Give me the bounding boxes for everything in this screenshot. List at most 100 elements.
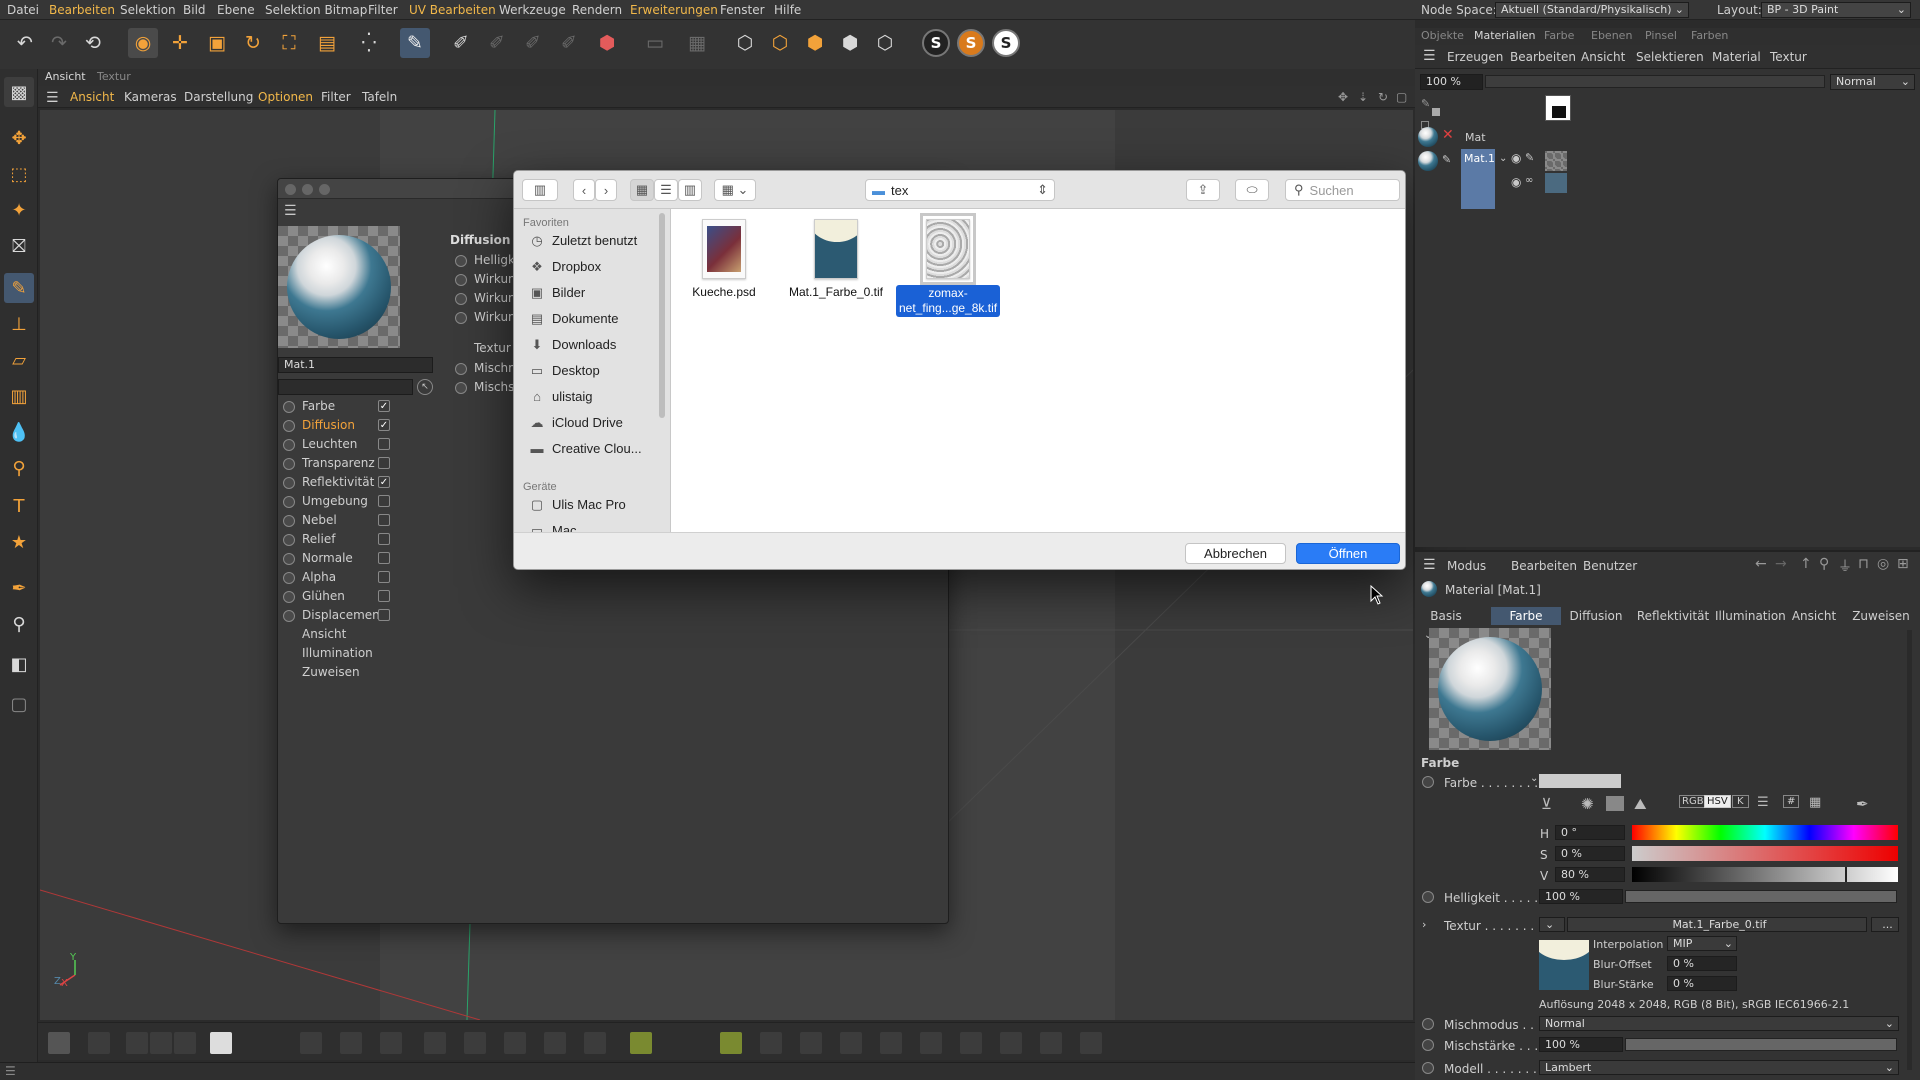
move-view-button[interactable]: ✥ [4,123,34,153]
hex-button[interactable]: # [1783,795,1800,808]
link-icon[interactable]: ∞ [1525,175,1533,186]
rgb-button[interactable]: RGB [1679,795,1707,808]
chevron-down-icon[interactable]: ⌄ [1499,153,1507,164]
tags-button[interactable]: ⬭ [1235,179,1269,201]
uv-view-button[interactable]: ▭ [640,28,670,58]
zoom-tool-button[interactable]: ⚲ [4,453,34,483]
blur-staerke-field[interactable]: 0 % [1667,976,1737,991]
cube-outline-button[interactable]: ⬡ [870,28,900,58]
arrow-up-icon[interactable]: ↑ [1800,556,1812,572]
material-name-dropdown[interactable] [278,379,413,395]
right-tab[interactable]: Farbe [1544,29,1574,42]
color-mountain-icon[interactable]: ⛰ [1634,795,1647,813]
sidebar-favorite-item[interactable]: ▬ Creative Clou... [530,441,642,461]
bottom-tool-5[interactable] [300,1032,322,1054]
hamburger-icon[interactable]: ☰ [46,90,59,106]
color-swatch-button[interactable]: ◧ [4,649,34,679]
prop-animate-icon[interactable] [455,274,467,286]
viewport-menu-tafeln[interactable]: Tafeln [362,90,397,104]
mixer-icon[interactable]: ☰ [1757,795,1769,810]
search-field[interactable]: ⚲ Suchen [1285,179,1400,201]
checker-tool-button[interactable] [210,1032,232,1054]
channel-checkbox[interactable] [378,590,390,602]
sidebar-favorite-item[interactable]: ◷ Zuletzt benutzt [530,233,637,253]
sidebar-favorite-item[interactable]: ▣ Bilder [530,285,585,305]
bottom-tool-17[interactable] [920,1032,942,1054]
attribute-tab[interactable]: Reflektivität [1633,607,1713,625]
menu-fenster[interactable]: Fenster [720,3,765,17]
folder-dropdown[interactable]: ▬ tex ⇕ [865,179,1055,201]
s-slider[interactable] [1632,846,1898,861]
bottom-tool-9[interactable] [464,1032,486,1054]
channel-row[interactable]: Alpha [278,568,448,587]
selection-fill-button[interactable]: ⛝ [4,231,34,261]
farbe-animate-icon[interactable] [1422,776,1434,788]
arrow-icon[interactable]: ↖ [417,379,433,395]
channel-extra-row[interactable]: Illumination [278,644,448,663]
search-icon[interactable]: ⚲ [1819,556,1829,572]
channel-row[interactable]: Reflektivität ✓ [278,473,448,492]
texture-view-button[interactable]: ⬢ [592,28,622,58]
attribute-tab[interactable]: Zuweisen [1846,607,1916,625]
mischmodus-animate-icon[interactable] [1422,1018,1434,1030]
transform-tool-button[interactable]: ⛶ [274,28,304,58]
hamburger-icon[interactable]: ☰ [1423,48,1436,64]
channel-checkbox[interactable] [378,495,390,507]
prop-animate-icon[interactable] [455,293,467,305]
channel-animate-icon[interactable] [283,439,295,451]
channel-checkbox[interactable]: ✓ [378,419,390,431]
modell-dropdown[interactable]: Lambert ⌄ [1539,1060,1899,1075]
v-field[interactable]: 80 % [1555,867,1625,882]
attribute-tab[interactable]: Basis [1415,607,1477,625]
bottom-tool-1[interactable] [88,1032,110,1054]
bottom-tool-11[interactable] [544,1032,566,1054]
history-button[interactable]: ⟲ [78,28,108,58]
channel-animate-icon[interactable] [283,401,295,413]
textur-dropdown[interactable]: ⌄ [1539,917,1565,932]
model-tool-button[interactable]: ▤ [312,28,342,58]
color-spectrum-icon[interactable] [1606,796,1624,811]
arrow-left-icon[interactable]: ← [1755,556,1767,572]
bottom-tool-15[interactable] [840,1032,862,1054]
color-wheel-icon[interactable]: ✺ [1581,795,1594,813]
helligkeit-animate-icon[interactable] [1422,891,1434,903]
channel-animate-icon[interactable] [283,572,295,584]
points-tool-button[interactable]: ⁛ [354,28,384,58]
move-tool-button[interactable]: ✛ [165,28,195,58]
bottom-tool-2[interactable] [126,1032,148,1054]
bottom-tool-13[interactable] [760,1032,782,1054]
hamburger-icon[interactable]: ☰ [5,1064,16,1078]
attribute-tab[interactable]: Diffusion [1563,607,1629,625]
brush-icon[interactable]: ✎ [1525,151,1534,164]
hamburger-icon[interactable]: ☰ [284,203,297,219]
eye-icon[interactable]: ◉ [1511,151,1521,165]
mischstaerke-slider[interactable] [1625,1038,1897,1051]
h-slider[interactable] [1632,825,1898,840]
bottom-tool-4[interactable] [174,1032,196,1054]
channel-animate-icon[interactable] [283,610,295,622]
zoom-icon[interactable] [319,184,330,195]
prop-animate-icon[interactable] [455,255,467,267]
layer-mat[interactable]: Mat [1465,131,1486,144]
sidebar-favorite-item[interactable]: ☁ iCloud Drive [530,415,623,435]
attributes-menu-bearbeiten[interactable]: Bearbeiten [1511,559,1577,573]
viewport-menu-optionen[interactable]: Optionen [258,90,313,104]
channel-animate-icon[interactable] [283,553,295,565]
magic-wand-button[interactable]: ✦ [4,195,34,225]
blend-mode-dropdown[interactable]: Normal ⌄ [1830,74,1915,90]
mischstaerke-field[interactable]: 100 % [1539,1037,1623,1052]
forward-button[interactable]: › [595,179,617,201]
attribute-tab[interactable]: Ansicht [1785,607,1843,625]
helligkeit-slider[interactable] [1625,890,1897,903]
file-item[interactable]: Mat.1_Farbe_0.tif [784,219,888,299]
arrow-right-icon[interactable]: → [1775,556,1787,572]
channel-checkbox[interactable] [378,438,390,450]
channel-row[interactable]: Diffusion ✓ [278,416,448,435]
bottom-tool-20[interactable] [1040,1032,1062,1054]
menu-selektion[interactable]: Selektion [120,3,176,17]
pan-icon[interactable]: ✥ [1338,90,1348,104]
right-tab[interactable]: Pinsel [1645,29,1677,42]
menu-filter[interactable]: Filter [368,3,398,17]
interpolation-dropdown[interactable]: MIP ⌄ [1667,936,1737,951]
channel-animate-icon[interactable] [283,420,295,432]
